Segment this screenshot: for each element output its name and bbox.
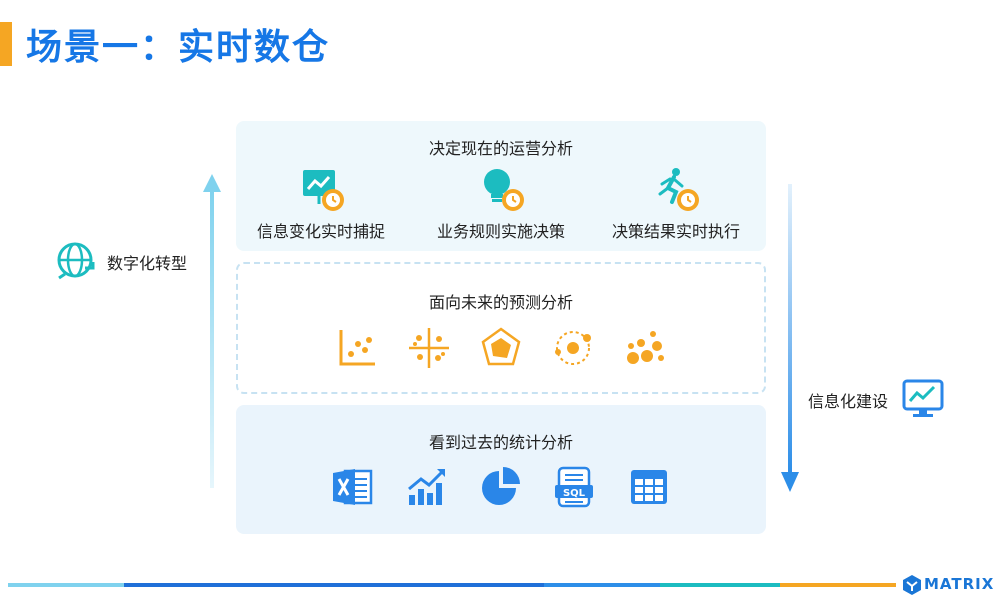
panel-prediction-title: 面向未来的预测分析 bbox=[428, 293, 573, 312]
prediction-icons bbox=[238, 326, 764, 370]
item-execution-label: 决策结果实时执行 bbox=[611, 222, 740, 241]
item-capture: 信息变化实时捕捉 bbox=[236, 166, 406, 242]
panel-prediction: 面向未来的预测分析 bbox=[236, 262, 766, 394]
table-grid-icon bbox=[631, 470, 667, 504]
presentation-chart-clock-icon bbox=[303, 170, 344, 211]
sql-icon: SQL bbox=[555, 466, 593, 508]
scatter-plot-icon bbox=[339, 330, 375, 366]
excel-icon bbox=[333, 469, 373, 505]
item-execution: 决策结果实时执行 bbox=[591, 166, 761, 242]
item-capture-label: 信息变化实时捕捉 bbox=[256, 222, 385, 241]
runner-clock-icon bbox=[658, 168, 699, 211]
right-label: 信息化建设 bbox=[808, 392, 889, 411]
item-decision-label: 业务规则实施决策 bbox=[436, 222, 565, 241]
matrix-logo-icon bbox=[903, 575, 921, 595]
bottom-line-segment-4 bbox=[660, 583, 780, 587]
cluster-cross-icon bbox=[409, 328, 449, 368]
panel-statistics-title: 看到过去的统计分析 bbox=[428, 433, 573, 452]
panel-operations-title: 决定现在的运营分析 bbox=[428, 139, 573, 158]
title-accent-bar bbox=[0, 22, 12, 66]
page-title: 场景一：实时数仓 bbox=[26, 27, 331, 68]
panel-operations: 决定现在的运营分析 信息变化实时捕捉 业务规则实施决策 决策结果实时执行 bbox=[236, 121, 766, 251]
statistics-icons: SQL bbox=[236, 465, 766, 509]
up-arrow bbox=[203, 174, 221, 488]
bottom-line-segment-5 bbox=[780, 583, 896, 587]
bottom-line-segment-2 bbox=[124, 583, 544, 587]
pie-chart-icon bbox=[482, 467, 520, 505]
lightbulb-clock-icon bbox=[484, 169, 524, 211]
radar-chart-icon bbox=[481, 327, 521, 366]
bubbles-icon bbox=[627, 331, 664, 364]
bottom-line-segment-1 bbox=[8, 583, 124, 587]
bar-trend-icon bbox=[408, 469, 445, 505]
left-label: 数字化转型 bbox=[107, 254, 188, 273]
digital-transformation-icon bbox=[57, 242, 95, 280]
orbit-icon bbox=[555, 331, 591, 365]
svg-text:SQL: SQL bbox=[563, 488, 586, 499]
monitor-chart-icon bbox=[902, 379, 944, 417]
bottom-line-segment-3 bbox=[544, 583, 660, 587]
panel-statistics: 看到过去的统计分析 SQL bbox=[236, 405, 766, 534]
item-decision: 业务规则实施决策 bbox=[416, 166, 586, 242]
logo-text: MATRIX bbox=[924, 575, 995, 593]
down-arrow bbox=[781, 184, 799, 492]
